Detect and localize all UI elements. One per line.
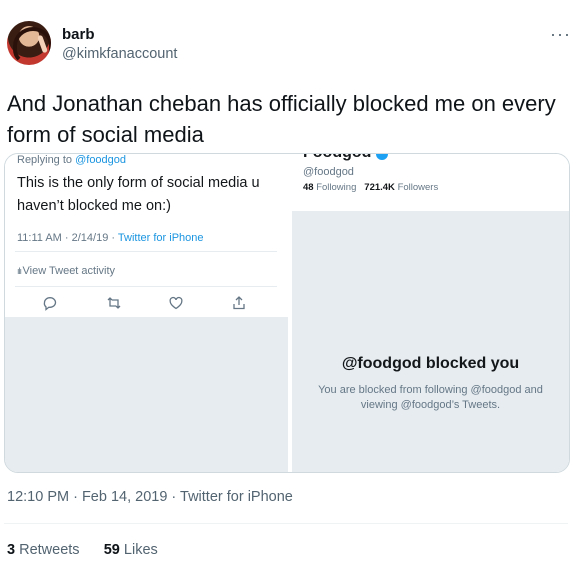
followers-count: 721.4K	[364, 182, 395, 193]
following-count: 48	[303, 182, 314, 193]
media-image-left[interactable]: Replying to @foodgod This is the only fo…	[5, 154, 288, 472]
tweet-media[interactable]: Replying to @foodgod This is the only fo…	[4, 153, 570, 473]
following-label: Following	[316, 182, 357, 193]
quoted-tweet-text: This is the only form of social media u …	[17, 175, 260, 214]
retweets-count: 3	[7, 542, 16, 558]
replying-prefix: Replying to	[17, 154, 76, 166]
likes-count: 59	[103, 542, 120, 558]
divider	[15, 251, 277, 252]
blocked-area	[292, 211, 569, 472]
blank-area	[5, 317, 288, 472]
activity-label: View Tweet activity	[22, 265, 116, 277]
tweet-text: And Jonathan cheban has officially block…	[7, 91, 556, 147]
author-handle[interactable]: @kimkfanaccount	[62, 46, 177, 62]
quoted-meta-time: 11:11 AM · 2/14/19 ·	[17, 232, 118, 244]
profile-name: Foodgod	[303, 154, 371, 162]
divider	[4, 523, 568, 524]
media-image-right[interactable]: Foodgod @foodgod 48 Following 721.4K Fol…	[292, 154, 569, 472]
divider	[15, 286, 277, 287]
retweets-label: Retweets	[15, 542, 80, 558]
tweet-timestamp[interactable]: 12:10 PM · Feb 14, 2019 · Twitter for iP…	[7, 489, 293, 505]
reply-icon	[43, 297, 57, 311]
blocked-description: You are blocked from following @foodgod …	[318, 384, 543, 411]
likes-label: Likes	[119, 542, 158, 558]
share-icon	[233, 296, 245, 310]
replying-to: Replying to @foodgod	[17, 154, 126, 166]
like-icon	[169, 296, 183, 310]
profile-handle: @foodgod	[303, 166, 354, 178]
followers-label: Followers	[397, 182, 439, 193]
avatar[interactable]	[7, 21, 51, 65]
author-name[interactable]: barb	[62, 26, 95, 43]
view-activity: ılı View Tweet activity	[17, 265, 115, 277]
more-icon[interactable]: ···	[550, 24, 571, 45]
retweet-icon	[107, 297, 121, 309]
likes-stat[interactable]: 59 Likes	[104, 542, 158, 558]
quoted-tweet-meta: 11:11 AM · 2/14/19 · Twitter for iPhone	[17, 232, 204, 244]
tweet-stats: 3 Retweets 59 Likes	[7, 542, 158, 558]
retweets-stat[interactable]: 3 Retweets	[7, 542, 80, 558]
follow-counts: 48 Following 721.4K Followers	[303, 182, 438, 193]
blocked-title: @foodgod blocked you	[341, 355, 520, 372]
quoted-meta-source: Twitter for iPhone	[117, 232, 204, 244]
replying-handle: @foodgod	[75, 154, 127, 166]
